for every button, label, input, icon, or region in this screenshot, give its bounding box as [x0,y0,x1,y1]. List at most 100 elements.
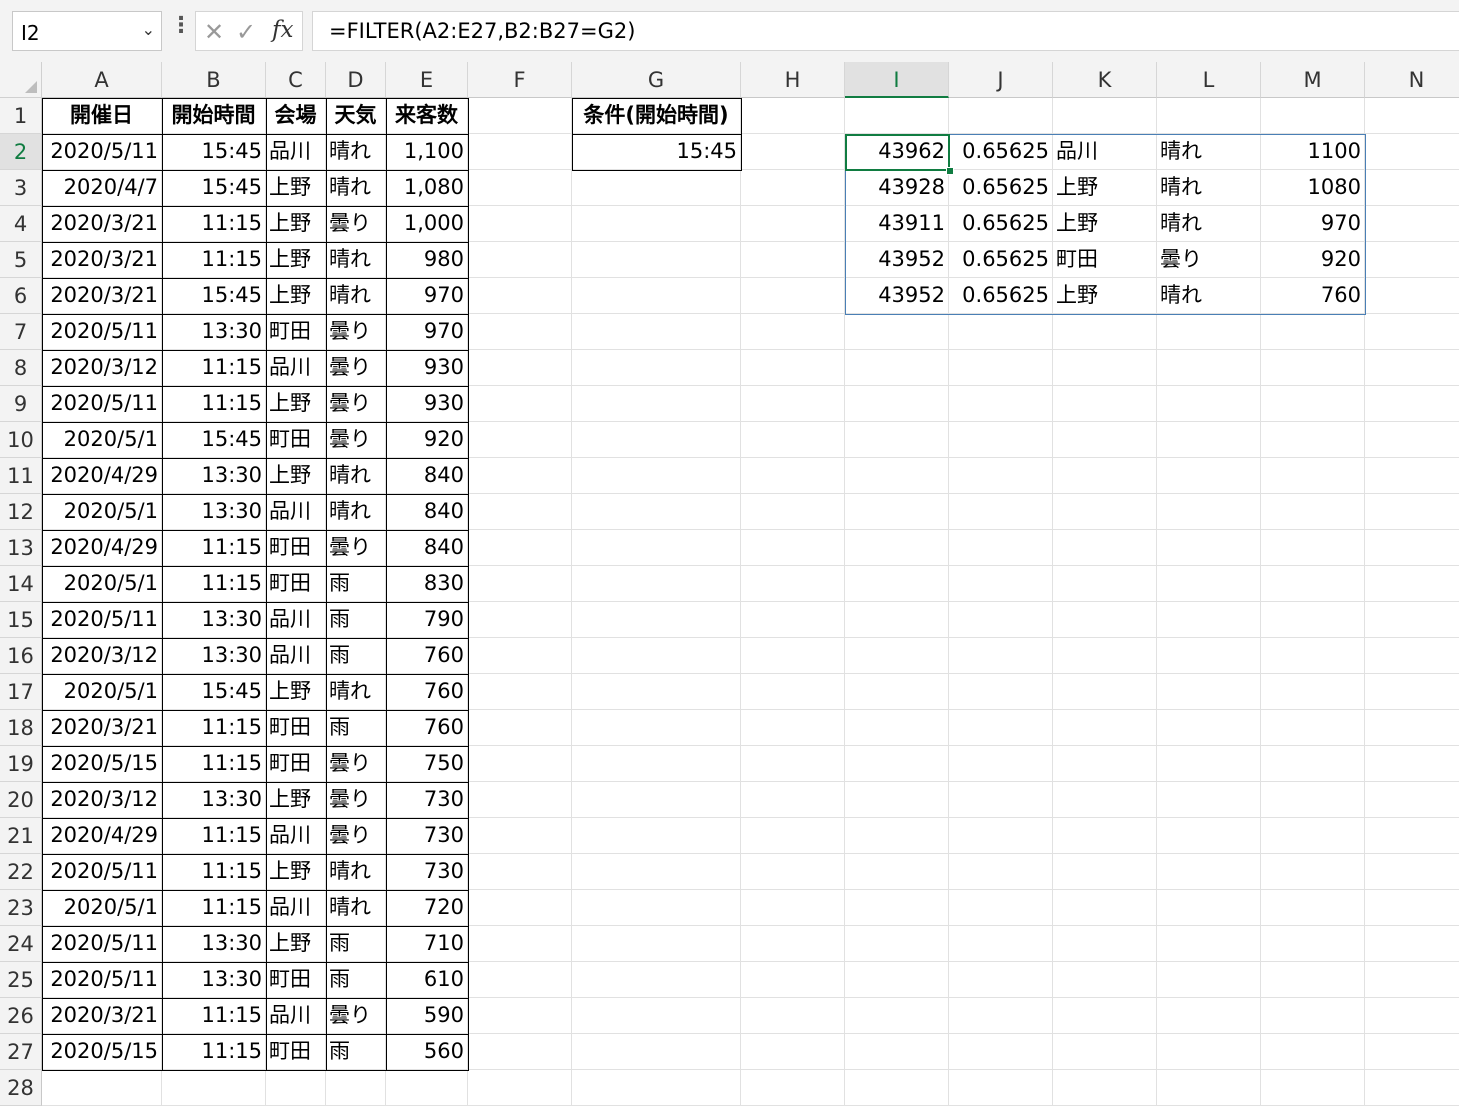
table-data-cell[interactable]: 11:15 [162,1034,266,1070]
table-data-cell[interactable]: 760 [386,638,468,674]
table-data-cell[interactable]: 2020/5/1 [42,494,162,530]
table-data-cell[interactable]: 840 [386,458,468,494]
cell[interactable] [845,422,949,458]
cell[interactable] [572,1034,741,1070]
cell[interactable] [845,566,949,602]
column-header-f[interactable]: F [468,62,572,98]
cell[interactable] [468,890,572,926]
row-header-10[interactable]: 10 [0,422,42,458]
cell[interactable] [1365,350,1459,386]
cell[interactable] [741,674,845,710]
cell[interactable] [468,638,572,674]
table-data-cell[interactable]: 上野 [266,782,326,818]
cell[interactable] [845,962,949,998]
table-data-cell[interactable]: 町田 [266,530,326,566]
table-data-cell[interactable]: 曇り [326,314,386,350]
cell[interactable] [1157,962,1261,998]
condition-header-cell[interactable]: 条件(開始時間) [572,98,741,134]
table-data-cell[interactable]: 15:45 [162,674,266,710]
spill-result-cell[interactable]: 0.65625 [949,134,1053,170]
cell[interactable] [1053,530,1157,566]
cell[interactable] [845,458,949,494]
table-data-cell[interactable]: 町田 [266,746,326,782]
cell[interactable] [845,1034,949,1070]
cell[interactable] [1261,1034,1365,1070]
cell[interactable] [572,494,741,530]
cell[interactable] [949,818,1053,854]
cell[interactable] [1365,890,1459,926]
row-header-27[interactable]: 27 [0,1034,42,1070]
table-data-cell[interactable]: 晴れ [326,242,386,278]
table-data-cell[interactable]: 町田 [266,422,326,458]
table-data-cell[interactable]: 730 [386,854,468,890]
spill-result-cell[interactable]: 0.65625 [949,170,1053,206]
cell[interactable] [572,1070,741,1106]
cell[interactable] [845,1070,949,1106]
cell[interactable] [845,350,949,386]
table-data-cell[interactable]: 2020/3/21 [42,998,162,1034]
table-data-cell[interactable]: 上野 [266,854,326,890]
table-data-cell[interactable]: 品川 [266,890,326,926]
cell[interactable] [1261,602,1365,638]
cell[interactable] [1157,314,1261,350]
table-data-cell[interactable]: 840 [386,530,468,566]
table-data-cell[interactable]: 曇り [326,386,386,422]
table-data-cell[interactable]: 2020/4/7 [42,170,162,206]
table-data-cell[interactable]: 11:15 [162,530,266,566]
row-header-14[interactable]: 14 [0,566,42,602]
table-data-cell[interactable]: 上野 [266,386,326,422]
cell[interactable] [1053,602,1157,638]
table-data-cell[interactable]: 830 [386,566,468,602]
cell[interactable] [468,278,572,314]
table-data-cell[interactable]: 2020/3/12 [42,782,162,818]
table-header-cell[interactable]: 開始時間 [162,98,266,134]
cell[interactable] [741,98,845,134]
table-data-cell[interactable]: 上野 [266,674,326,710]
row-header-16[interactable]: 16 [0,638,42,674]
table-data-cell[interactable]: 13:30 [162,962,266,998]
cell[interactable] [949,566,1053,602]
cell[interactable] [468,854,572,890]
cell[interactable] [741,602,845,638]
cell[interactable] [741,458,845,494]
table-data-cell[interactable]: 610 [386,962,468,998]
cell[interactable] [572,854,741,890]
cell[interactable] [949,1034,1053,1070]
spill-result-cell[interactable]: 1080 [1261,170,1365,206]
cell[interactable] [468,314,572,350]
cell[interactable] [1261,530,1365,566]
table-data-cell[interactable]: 11:15 [162,566,266,602]
table-data-cell[interactable]: 560 [386,1034,468,1070]
cell[interactable] [572,278,741,314]
cell[interactable] [468,926,572,962]
spill-result-cell[interactable]: 0.65625 [949,206,1053,242]
cell[interactable] [949,998,1053,1034]
table-data-cell[interactable]: 11:15 [162,710,266,746]
column-header-m[interactable]: M [1261,62,1365,98]
row-header-24[interactable]: 24 [0,926,42,962]
table-data-cell[interactable]: 1,000 [386,206,468,242]
column-header-b[interactable]: B [162,62,266,98]
column-header-c[interactable]: C [266,62,326,98]
table-data-cell[interactable]: 晴れ [326,134,386,170]
table-data-cell[interactable]: 720 [386,890,468,926]
cell[interactable] [949,890,1053,926]
table-data-cell[interactable]: 晴れ [326,494,386,530]
spill-result-cell[interactable]: 上野 [1053,170,1157,206]
cell[interactable] [1261,458,1365,494]
cell[interactable] [741,422,845,458]
cell[interactable] [572,206,741,242]
row-header-22[interactable]: 22 [0,854,42,890]
table-data-cell[interactable]: 11:15 [162,386,266,422]
cell[interactable] [1053,818,1157,854]
column-header-n[interactable]: N [1365,62,1459,98]
cell[interactable] [1365,1034,1459,1070]
table-data-cell[interactable]: 2020/5/1 [42,674,162,710]
cell[interactable] [741,206,845,242]
cell[interactable] [1157,422,1261,458]
cell[interactable] [468,998,572,1034]
column-header-g[interactable]: G [572,62,741,98]
cell[interactable] [949,854,1053,890]
table-data-cell[interactable]: 晴れ [326,854,386,890]
table-data-cell[interactable]: 2020/5/11 [42,962,162,998]
